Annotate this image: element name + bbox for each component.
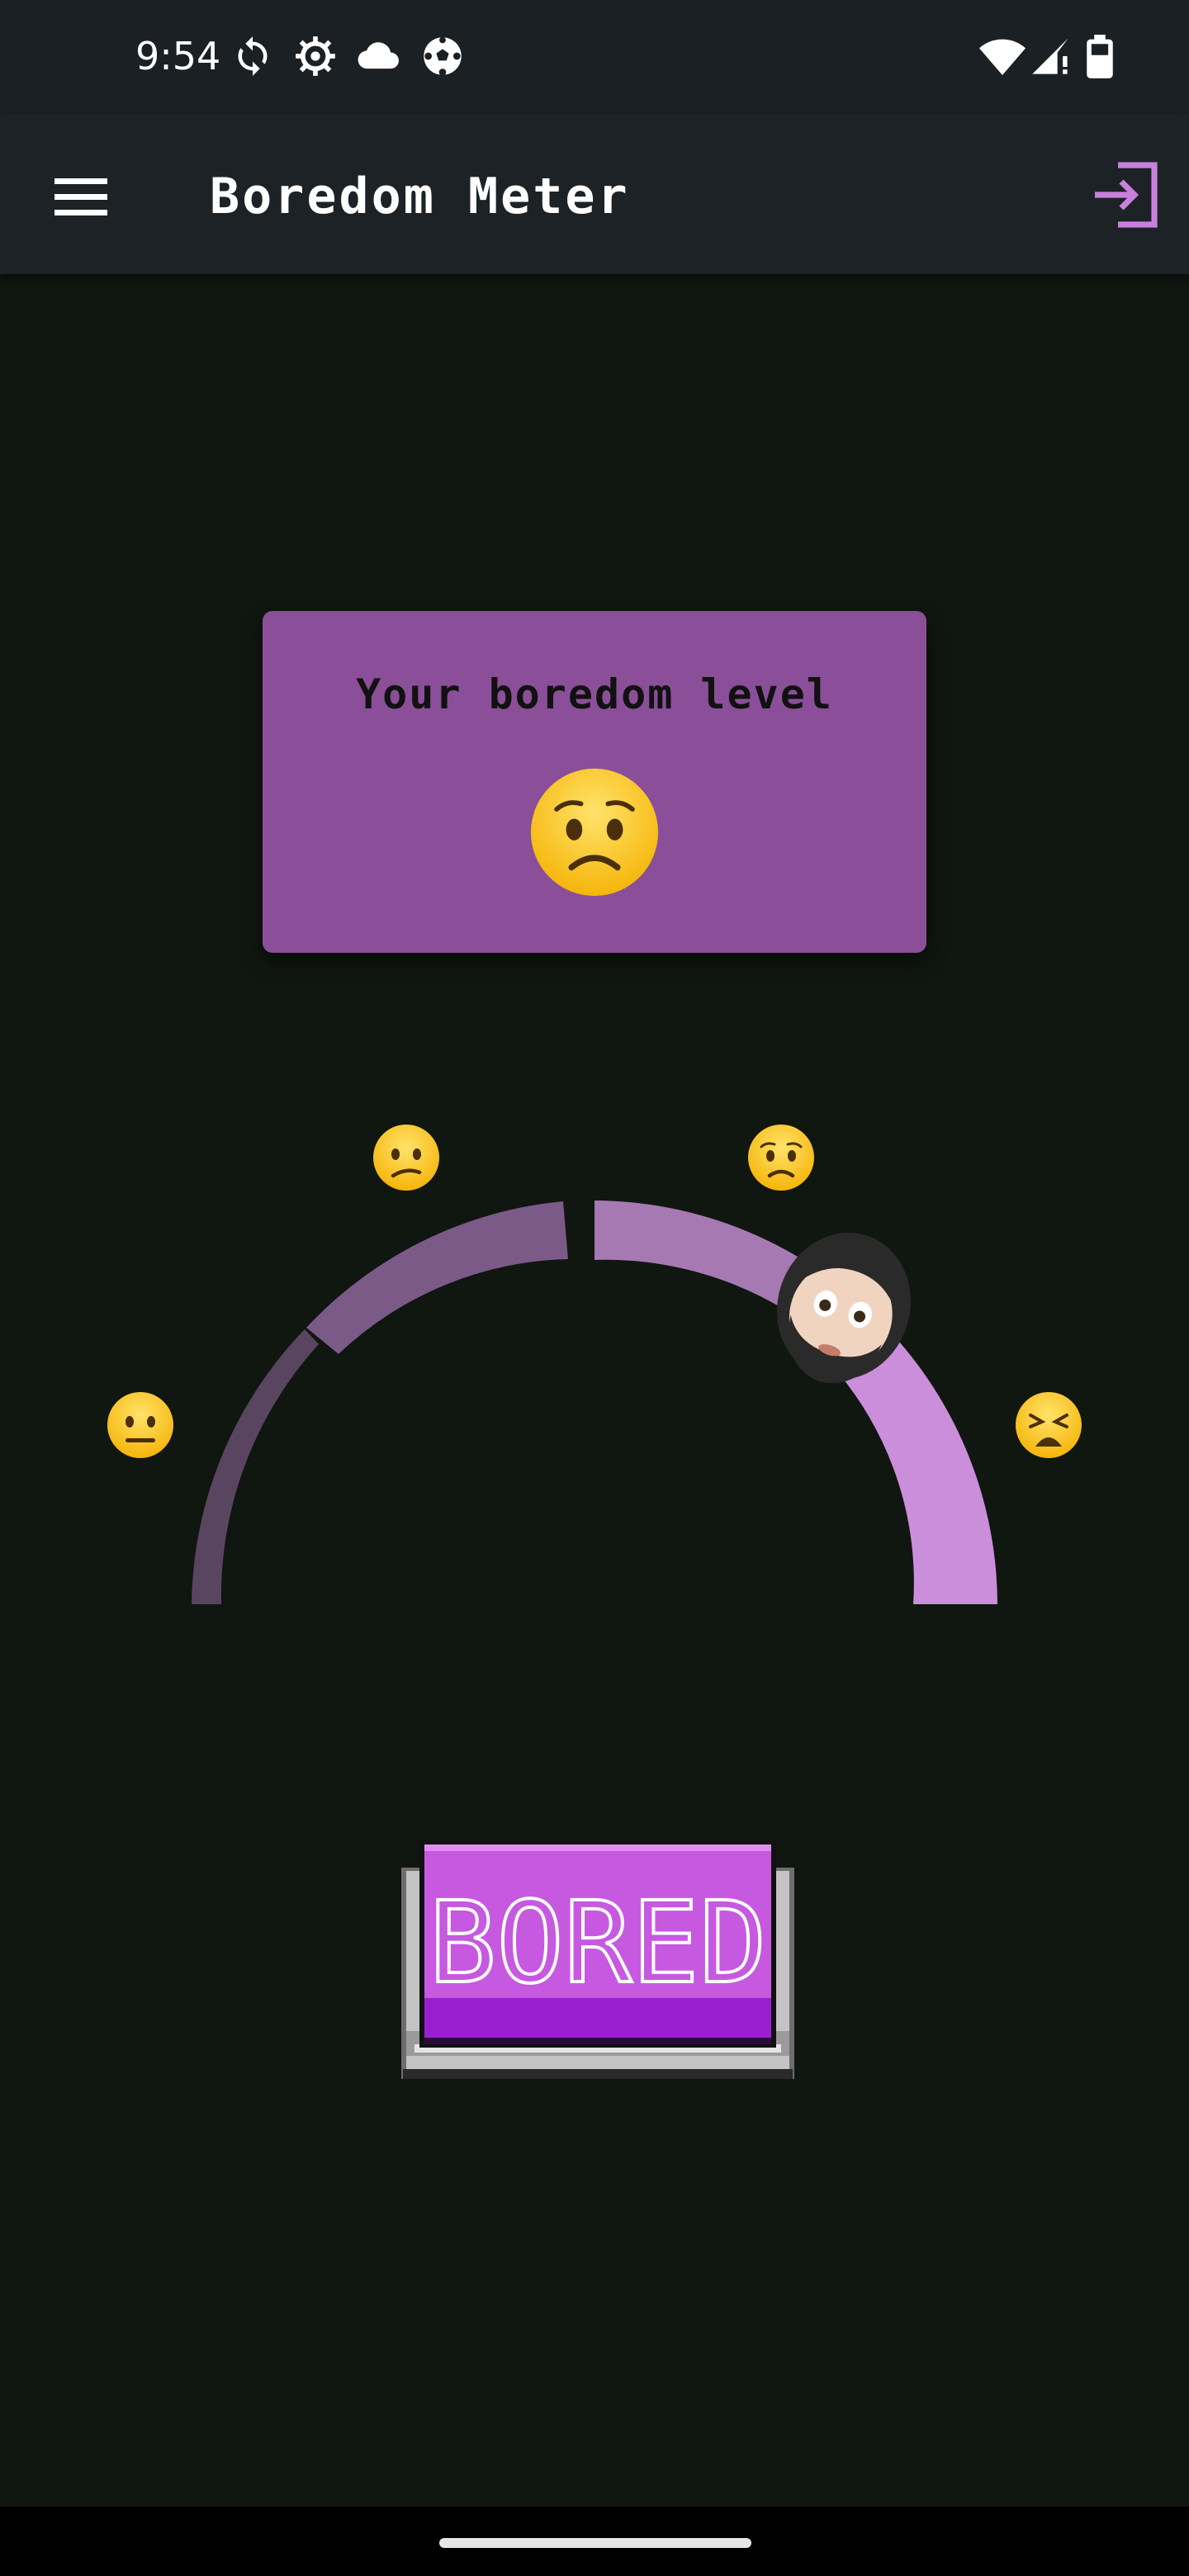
cellular-signal-icon	[1032, 38, 1068, 74]
app-bar: Boredom Meter	[0, 114, 1189, 274]
worried-face-icon	[530, 768, 659, 897]
status-bar: 9:54	[0, 0, 1189, 114]
settings-gear-icon	[296, 36, 335, 76]
sync-icon	[238, 36, 268, 76]
soccer-ball-icon	[424, 36, 462, 76]
home-gesture-handle[interactable]	[439, 2538, 751, 2548]
gauge-segment-2	[306, 1201, 568, 1354]
bored-button[interactable]: BORED	[391, 1835, 804, 2091]
boredom-level-title: Your boredom level	[356, 670, 833, 718]
bored-button-label: BORED	[429, 1878, 766, 2009]
hamburger-menu-icon[interactable]	[33, 149, 129, 244]
status-time: 9:54	[135, 34, 221, 78]
wifi-icon	[979, 39, 1026, 75]
worried-face-icon	[748, 1125, 814, 1191]
app-title: Boredom Meter	[210, 168, 630, 225]
confused-face-icon	[373, 1125, 439, 1191]
neutral-face-icon	[107, 1392, 173, 1458]
cloud-icon	[358, 42, 399, 69]
tired-face-icon	[1016, 1392, 1082, 1458]
logout-icon[interactable]	[1088, 155, 1168, 234]
gauge-segment-1	[192, 1329, 319, 1604]
boredom-gauge	[107, 1125, 1082, 1604]
boredom-level-card: Your boredom level	[263, 611, 926, 953]
battery-icon	[1087, 35, 1113, 78]
system-navigation-bar	[0, 2507, 1189, 2576]
